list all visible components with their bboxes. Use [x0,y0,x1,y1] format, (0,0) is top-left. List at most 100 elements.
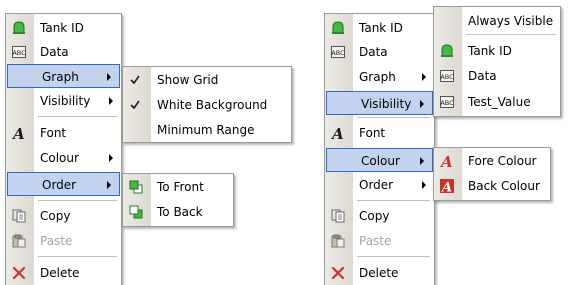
copy-icon [331,209,345,223]
submenu-arrow-icon [422,181,426,189]
menu-item-label: Data [468,69,497,83]
tank-icon [331,21,345,35]
submenu-arrow-icon [107,73,111,81]
menu-item-label: Order [359,178,394,192]
paste-icon [331,234,345,248]
menu-item-delete[interactable]: Delete [325,261,434,285]
menu-item-colour[interactable]: Colour [326,148,433,172]
back-colour-icon: A [440,179,454,193]
menu-item-label: Always Visible [468,14,554,28]
menu-item-label: Graph [359,70,396,84]
fore-colour-icon: A [440,154,454,168]
menu-item-label: Test_Value [468,95,531,109]
menu-item-order[interactable]: Order [325,173,434,197]
menu-item-tank-id[interactable]: Tank ID [434,39,560,63]
menu-item-tank-id[interactable]: Tank ID [6,16,121,40]
menu-item-fore-colour[interactable]: A Fore Colour [434,149,550,173]
delete-icon [331,266,345,280]
menu-item-copy[interactable]: Copy [325,204,434,228]
right-context-menu: Tank ID ABC Data Graph Visibility A Font… [324,13,435,285]
menu-item-label: Delete [359,266,399,280]
menu-item-graph[interactable]: Graph [7,64,120,88]
menu-item-order[interactable]: Order [7,172,120,196]
abc-field-icon: ABC [331,45,345,59]
submenu-arrow-icon [109,97,113,105]
submenu-arrow-icon [420,100,424,108]
menu-item-label: Order [42,178,77,192]
menu-item-label: White Background [157,98,268,112]
menu-item-colour[interactable]: Colour [6,146,121,170]
menu-item-minimum-range[interactable]: Minimum Range [123,118,291,142]
abc-field-icon: ABC [440,69,454,83]
checkmark-icon [128,98,142,112]
menu-item-label: Tank ID [468,44,512,58]
menu-item-font[interactable]: A Font [6,121,121,145]
menu-item-label: Visibility [361,97,412,111]
menu-item-label: Font [40,126,67,140]
menu-item-show-grid[interactable]: Show Grid [123,68,291,92]
menu-item-label: Font [359,126,386,140]
menu-item-label: Data [40,45,69,59]
menu-separator [466,34,556,35]
svg-text:A: A [440,154,453,168]
menu-item-graph[interactable]: Graph [325,65,434,89]
order-submenu: To Front To Back [122,173,234,227]
menu-item-label: Minimum Range [157,123,255,137]
copy-icon [12,209,26,223]
menu-item-visibility[interactable]: Visibility [6,89,121,113]
menu-item-delete[interactable]: Delete [6,261,121,285]
menu-item-always-visible[interactable]: Always Visible [434,9,560,33]
svg-text:A: A [440,181,452,194]
submenu-arrow-icon [109,154,113,162]
menu-item-back-colour[interactable]: A Back Colour [434,174,550,198]
tank-icon [12,21,26,35]
menu-item-copy[interactable]: Copy [6,204,121,228]
menu-item-white-background[interactable]: White Background [123,93,291,117]
menu-item-data[interactable]: ABC Data [434,64,560,88]
menu-item-to-front[interactable]: To Front [123,175,233,199]
bring-to-front-icon [129,180,143,194]
svg-text:A: A [12,126,25,140]
menu-item-label: To Front [157,180,204,194]
menu-item-label: Colour [361,154,400,168]
menu-item-label: Graph [42,70,79,84]
visibility-submenu: Always Visible Tank ID ABC Data ABC Test… [433,6,561,117]
svg-text:A: A [331,126,344,140]
send-to-back-icon [129,205,143,219]
colour-submenu: A Fore Colour A Back Colour [433,147,551,201]
menu-separator [357,200,430,201]
menu-item-paste: Paste [325,229,434,253]
menu-item-visibility[interactable]: Visibility [326,91,433,115]
menu-separator [357,256,430,257]
menu-separator [38,116,117,117]
menu-item-data[interactable]: ABC Data [325,40,434,64]
menu-item-label: Back Colour [468,179,540,193]
paste-icon [12,234,26,248]
svg-text:ABC: ABC [331,49,345,57]
menu-item-label: Delete [40,266,80,280]
checkmark-icon [128,73,142,87]
menu-item-data[interactable]: ABC Data [6,40,121,64]
menu-item-to-back[interactable]: To Back [123,200,233,224]
svg-text:ABC: ABC [440,99,454,107]
menu-item-label: Paste [40,234,73,248]
menu-item-font[interactable]: A Font [325,121,434,145]
menu-separator [357,117,430,118]
delete-icon [12,266,26,280]
menu-item-test-value[interactable]: ABC Test_Value [434,90,560,114]
menu-item-label: Fore Colour [468,154,537,168]
left-context-menu: Tank ID ABC Data Graph Visibility A Font… [5,13,122,285]
graph-submenu: Show Grid White Background Minimum Range [122,66,292,143]
menu-item-label: Data [359,45,388,59]
menu-item-label: Colour [40,151,79,165]
submenu-arrow-icon [422,73,426,81]
font-icon: A [331,126,345,140]
submenu-arrow-icon [107,181,111,189]
menu-item-label: Tank ID [359,21,403,35]
menu-item-label: Copy [359,209,390,223]
menu-item-label: To Back [157,205,203,219]
tank-icon [440,44,454,58]
font-icon: A [12,126,26,140]
menu-item-tank-id[interactable]: Tank ID [325,16,434,40]
abc-field-icon: ABC [440,95,454,109]
